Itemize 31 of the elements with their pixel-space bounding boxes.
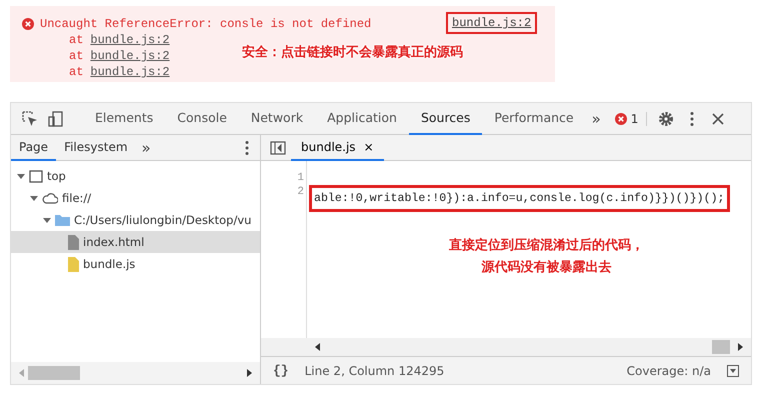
tree-item[interactable]: index.html [11, 231, 260, 253]
tree-item[interactable]: C:/Users/liulongbin/Desktop/vu [11, 209, 260, 231]
error-message: Uncaught ReferenceError: consle is not defined [40, 17, 372, 31]
tree-item[interactable]: bundle.js [11, 253, 260, 275]
panel-tab[interactable]: Console [165, 102, 239, 134]
annotation-text: 直接定位到压缩混淆过后的代码， 源代码没有被暴露出去 [449, 236, 644, 277]
stack-link[interactable]: bundle.js:2 [90, 65, 170, 79]
navigator-tab[interactable]: Filesystem [56, 134, 136, 160]
file-tab[interactable]: bundle.js × [291, 134, 384, 160]
source-link[interactable]: bundle.js:2 [446, 12, 538, 34]
stack-link[interactable]: bundle.js:2 [90, 49, 170, 63]
cursor-position: Line 2, Column 124295 [304, 364, 444, 378]
more-tabs-button[interactable]: » [586, 110, 607, 128]
stack-prefix: at [69, 49, 84, 63]
stack-prefix: at [69, 33, 84, 47]
tree-item[interactable]: top [11, 165, 260, 187]
more-tabs-button[interactable]: » [136, 138, 157, 156]
close-tab-button[interactable]: × [364, 140, 374, 154]
coverage-status: Coverage: n/a [626, 364, 711, 378]
pretty-print-button[interactable]: {} [273, 363, 289, 378]
panel-tab[interactable]: Performance [482, 102, 586, 134]
panel-tab[interactable]: Application [315, 102, 409, 134]
stack-prefix: at [69, 65, 84, 79]
panel-tab[interactable]: Network [238, 102, 316, 134]
line-number: 2 [296, 185, 304, 199]
line-number: 1 [296, 171, 304, 185]
annotation-text: 安全：点击链接时不会暴露真正的源码 [242, 44, 463, 62]
error-count-badge[interactable]: 1 [606, 112, 648, 126]
tree-item[interactable]: file:// [11, 187, 260, 209]
panel-tab[interactable]: Elements [83, 102, 166, 134]
stack-link[interactable]: bundle.js:2 [90, 33, 170, 47]
